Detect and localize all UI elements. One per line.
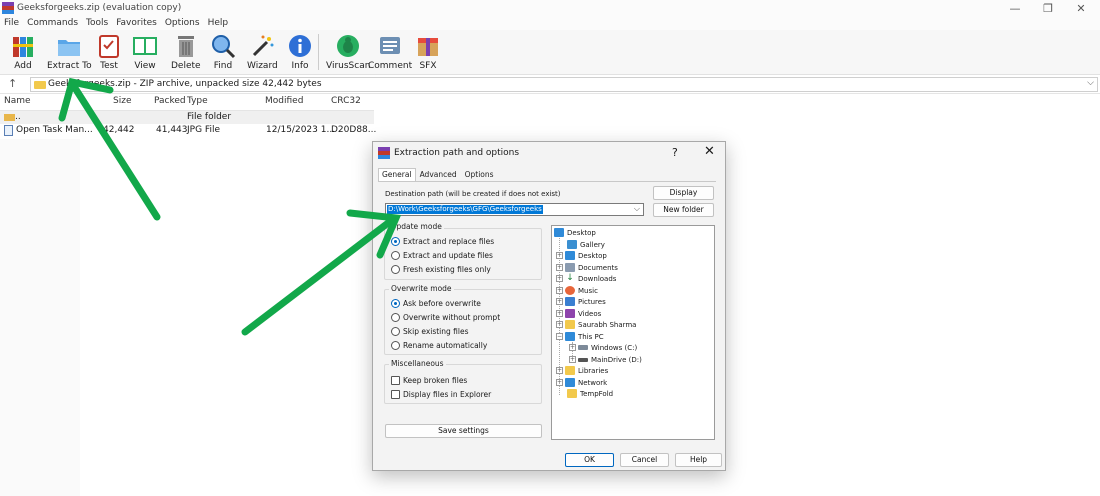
arrow-to-destination xyxy=(241,216,396,336)
annotation-arrows xyxy=(58,77,402,336)
arrow-to-extract-to xyxy=(71,84,161,221)
